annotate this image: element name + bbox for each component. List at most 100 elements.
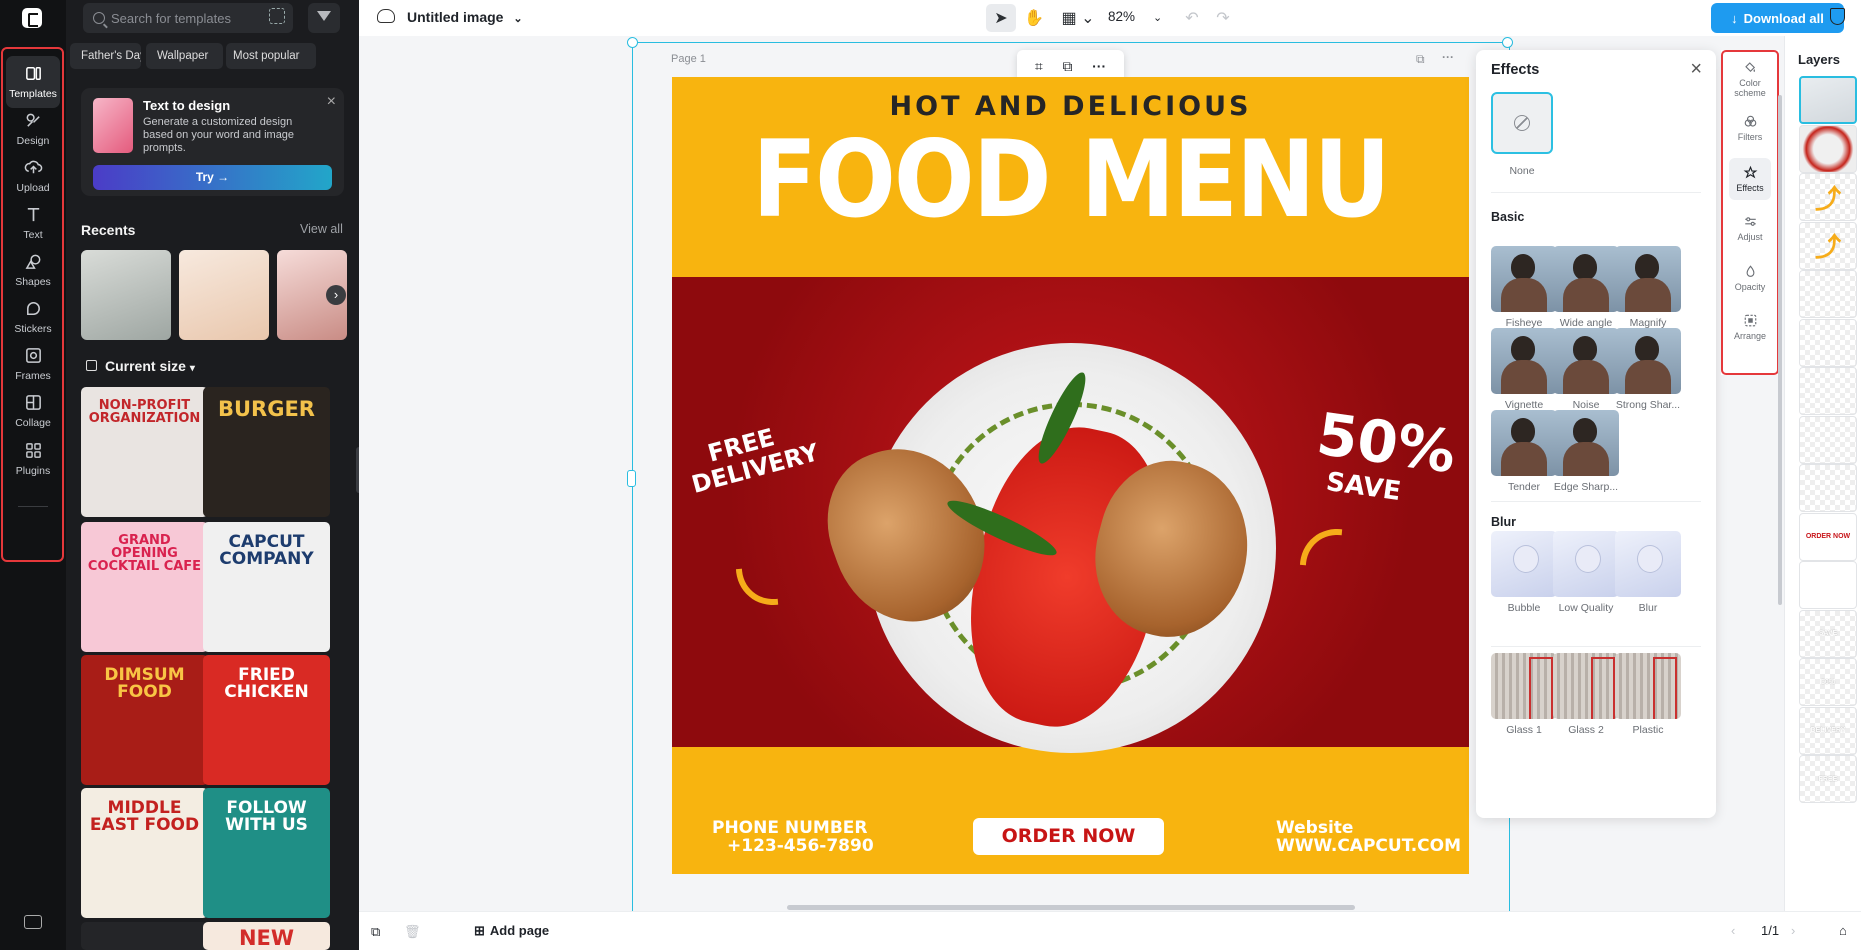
template-tile[interactable]: BURGER bbox=[203, 387, 330, 517]
horizontal-scrollbar[interactable] bbox=[787, 905, 1355, 910]
template-tile[interactable]: CAPCUT COMPANY bbox=[203, 522, 330, 652]
effect-item[interactable]: Bubble bbox=[1491, 531, 1557, 614]
layer-item[interactable] bbox=[1799, 270, 1857, 318]
effect-item[interactable]: Plastic bbox=[1615, 653, 1681, 736]
property-color-scheme[interactable]: Color scheme bbox=[1729, 58, 1771, 100]
rail-item-plugins[interactable]: Plugins bbox=[6, 433, 60, 485]
effect-item[interactable]: Noise bbox=[1553, 328, 1619, 411]
recent-item[interactable] bbox=[179, 250, 269, 340]
effect-item[interactable]: Magnify bbox=[1615, 246, 1681, 329]
rail-item-upload[interactable]: Upload bbox=[6, 150, 60, 202]
filter-button[interactable] bbox=[308, 3, 340, 33]
layer-item[interactable]: ORDER NOW bbox=[1799, 512, 1857, 561]
rail-item-frames[interactable]: Frames bbox=[6, 338, 60, 390]
image-search-icon[interactable] bbox=[269, 8, 285, 24]
resize-handle[interactable] bbox=[627, 470, 636, 487]
prev-page-icon[interactable]: ‹ bbox=[1731, 923, 1735, 938]
effect-item[interactable]: Low Quality bbox=[1553, 531, 1619, 614]
try-button[interactable]: Try → bbox=[93, 165, 332, 190]
layer-item[interactable] bbox=[1799, 124, 1857, 173]
cloud-save-icon[interactable] bbox=[377, 9, 395, 23]
effect-item[interactable]: Vignette bbox=[1491, 328, 1557, 411]
effect-item[interactable]: Tender bbox=[1491, 410, 1557, 493]
property-filters[interactable]: Filters bbox=[1729, 107, 1771, 149]
layer-item[interactable]: FREE bbox=[1799, 755, 1857, 803]
template-tile[interactable]: NEW SWEET bbox=[203, 922, 330, 950]
layer-item[interactable] bbox=[1799, 464, 1857, 512]
resize-handle[interactable] bbox=[627, 37, 638, 48]
effect-item[interactable]: Fisheye bbox=[1491, 246, 1557, 329]
duplicate-icon[interactable]: ⧉ bbox=[1062, 58, 1072, 75]
effect-item[interactable]: Glass 2 bbox=[1553, 653, 1619, 736]
fullscreen-icon[interactable]: ⌂ bbox=[1839, 923, 1847, 938]
rail-item-design[interactable]: Design bbox=[6, 103, 60, 155]
resize-handle[interactable] bbox=[1502, 37, 1513, 48]
current-size-dropdown[interactable]: Current size ▾ bbox=[105, 358, 195, 374]
layer-item[interactable]: 50% bbox=[1799, 658, 1857, 706]
chip-most-popular[interactable]: Most popular bbox=[226, 43, 316, 69]
capcut-logo-icon[interactable] bbox=[22, 8, 42, 28]
effect-item[interactable]: Edge Sharp... bbox=[1553, 410, 1619, 493]
template-tile[interactable]: NON-PROFIT ORGANIZATION bbox=[81, 387, 208, 517]
template-tile[interactable] bbox=[81, 922, 208, 950]
select-tool-button[interactable]: ➤ bbox=[986, 4, 1016, 32]
template-tile[interactable]: FRIED CHICKEN bbox=[203, 655, 330, 785]
undo-button[interactable]: ↶ bbox=[1177, 4, 1207, 32]
hand-tool-button[interactable]: ✋ bbox=[1019, 4, 1049, 32]
redo-button[interactable]: ↷ bbox=[1208, 4, 1238, 32]
layer-item[interactable]: DELIVERY bbox=[1799, 706, 1857, 755]
next-page-icon[interactable]: › bbox=[1791, 923, 1795, 938]
effect-item[interactable]: Blur bbox=[1615, 531, 1681, 614]
more-icon[interactable]: ··· bbox=[1092, 58, 1106, 74]
property-effects[interactable]: Effects bbox=[1729, 158, 1771, 200]
chip-fathers-day[interactable]: Father's Day bbox=[70, 43, 141, 69]
rail-item-stickers[interactable]: Stickers bbox=[6, 291, 60, 343]
rail-item-collage[interactable]: Collage bbox=[6, 385, 60, 437]
effect-item[interactable]: Strong Shar... bbox=[1615, 328, 1681, 411]
property-adjust[interactable]: Adjust bbox=[1729, 207, 1771, 249]
vertical-scrollbar[interactable] bbox=[1778, 95, 1782, 605]
view-all-link[interactable]: View all bbox=[300, 222, 343, 236]
layer-item[interactable] bbox=[1799, 318, 1857, 367]
shield-icon[interactable] bbox=[1830, 8, 1845, 25]
chip-wallpaper[interactable]: Wallpaper bbox=[146, 43, 223, 69]
template-tile[interactable]: MIDDLE EAST FOOD bbox=[81, 788, 208, 918]
layer-item[interactable]: SAVE bbox=[1799, 609, 1857, 658]
layer-item[interactable] bbox=[1799, 367, 1857, 415]
template-tile[interactable]: GRAND OPENING COCKTAIL CAFE bbox=[81, 522, 208, 652]
close-icon[interactable]: × bbox=[1690, 58, 1702, 81]
property-opacity[interactable]: Opacity bbox=[1729, 257, 1771, 299]
document-title[interactable]: Untitled image ⌄ bbox=[407, 9, 523, 25]
rail-item-templates[interactable]: Templates bbox=[6, 56, 60, 108]
copy-page-icon[interactable]: ⧉ bbox=[1416, 52, 1425, 67]
search-input[interactable]: Search for templates bbox=[83, 3, 293, 33]
rail-item-shapes[interactable]: Shapes bbox=[6, 244, 60, 296]
property-arrange[interactable]: Arrange bbox=[1729, 306, 1771, 348]
effect-none[interactable] bbox=[1491, 92, 1553, 154]
rail-item-label: Collage bbox=[15, 417, 51, 429]
layout-tool-button[interactable]: ▦ ⌄ bbox=[1058, 4, 1098, 32]
effect-item[interactable]: Wide angle bbox=[1553, 246, 1619, 329]
keyboard-icon[interactable] bbox=[24, 915, 42, 929]
recent-item[interactable] bbox=[81, 250, 171, 340]
poster-canvas[interactable]: HOT AND DELICIOUS FOOD MENU FREE DELIVER… bbox=[672, 77, 1469, 874]
chevron-right-icon[interactable]: › bbox=[326, 285, 346, 305]
add-page-button[interactable]: ⊞ Add page bbox=[474, 923, 549, 939]
close-icon[interactable]: × bbox=[327, 93, 336, 111]
rail-item-text[interactable]: Text bbox=[6, 197, 60, 249]
page-thumbnails-icon[interactable]: ⧉ bbox=[371, 924, 380, 940]
layer-item[interactable] bbox=[1799, 415, 1857, 464]
effect-item[interactable]: Glass 1 bbox=[1491, 653, 1557, 736]
template-tile[interactable]: DIMSUM FOOD bbox=[81, 655, 208, 785]
zoom-dropdown[interactable]: 82% ⌄ bbox=[1108, 9, 1162, 24]
crop-icon[interactable]: ⌗ bbox=[1035, 58, 1043, 75]
page-more-icon[interactable]: ··· bbox=[1442, 50, 1454, 64]
layer-item[interactable]: ⤴ bbox=[1799, 173, 1857, 221]
download-all-button[interactable]: Download all bbox=[1711, 3, 1844, 33]
layer-item[interactable] bbox=[1799, 561, 1857, 609]
layer-item[interactable] bbox=[1799, 76, 1857, 124]
template-tile[interactable]: FOLLOW WITH US bbox=[203, 788, 330, 918]
layer-item[interactable]: ⤴ bbox=[1799, 221, 1857, 270]
arrow-layer-icon: ⤴ bbox=[1814, 232, 1841, 262]
trash-icon[interactable]: 🗑 bbox=[404, 924, 421, 940]
